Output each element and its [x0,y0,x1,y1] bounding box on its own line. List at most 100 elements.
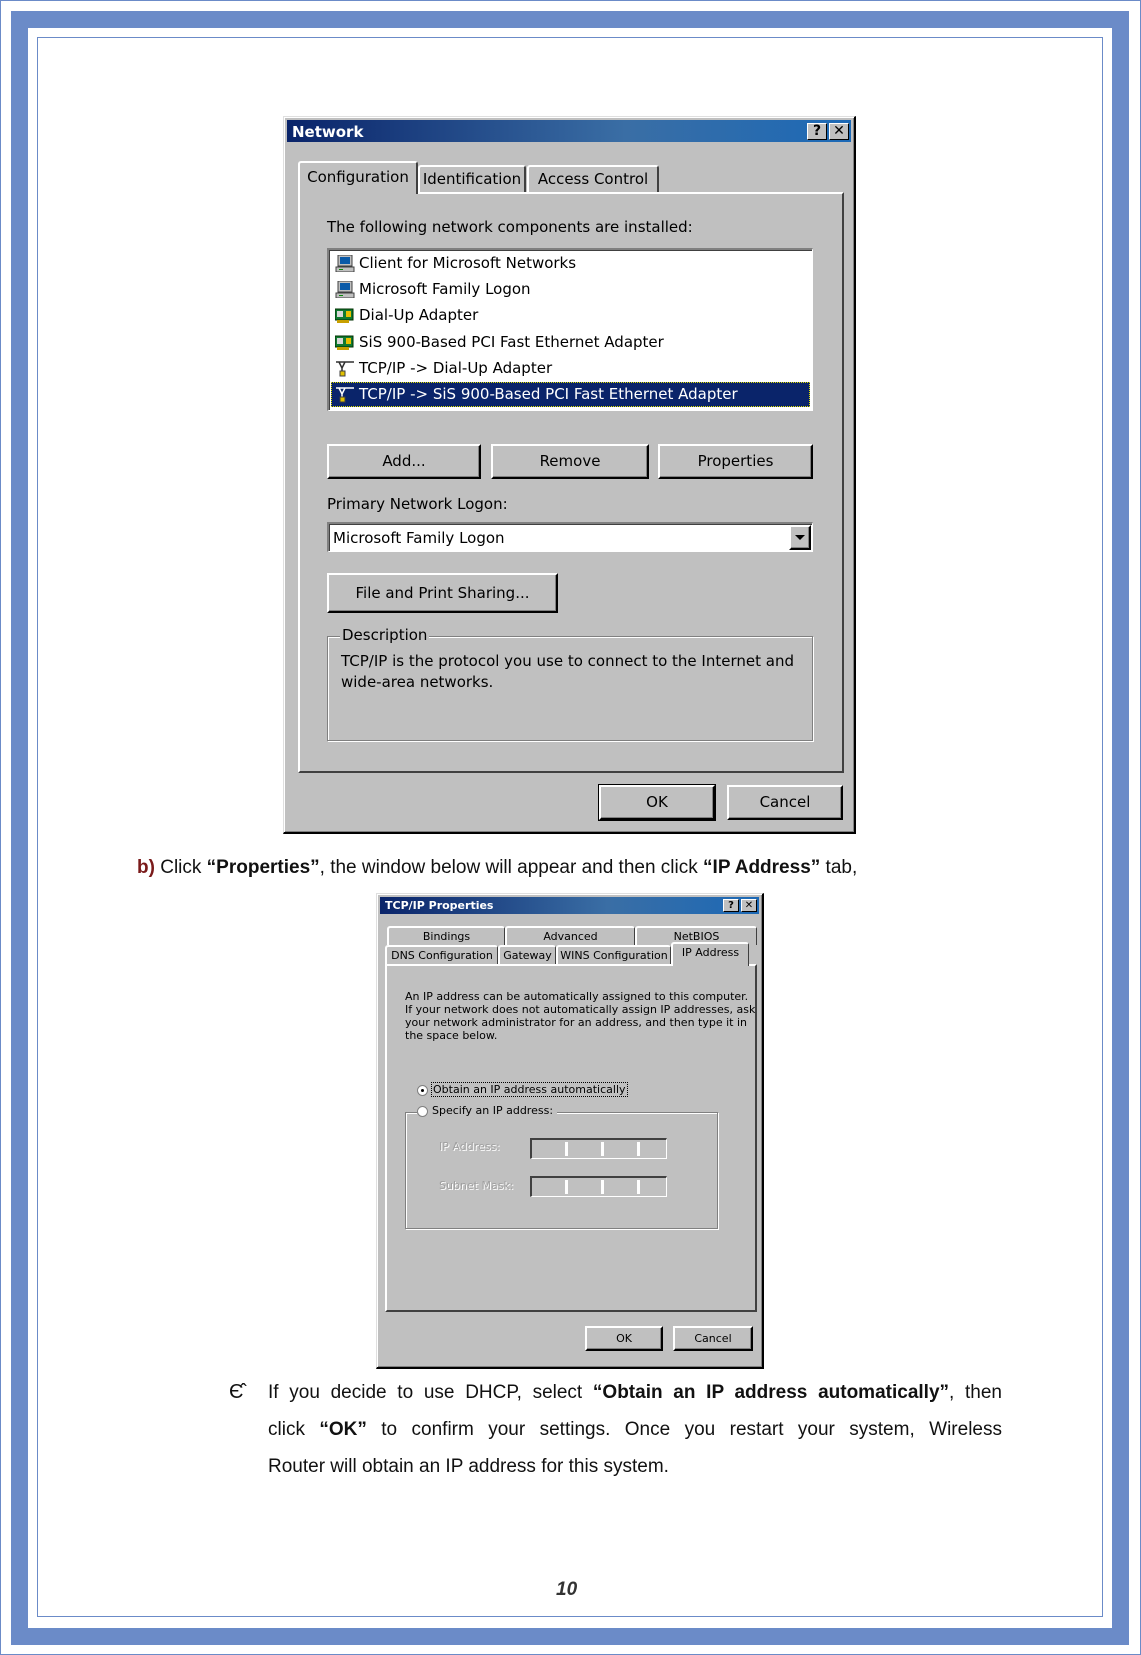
tab-gateway[interactable]: Gateway [498,945,556,964]
add-button-label: Add... [382,452,426,470]
properties-button-label: Properties [697,452,774,470]
bullet-line-1: If you decide to use DHCP, select “Obtai… [268,1382,1002,1404]
step-b-bold-ip-address: “IP Address” [703,857,821,878]
tab-dns-label: DNS Configuration [391,949,493,962]
list-item[interactable]: Microsoft Family Logon [331,277,810,302]
intro-line-1: An IP address can be automatically assig… [405,990,749,1003]
tab-configuration-label: Configuration [307,168,409,186]
bullet-symbol: Є̂ [229,1381,244,1403]
remove-button[interactable]: Remove [491,444,649,479]
step-b-text-2: , the window below will appear and then … [319,857,704,878]
bullet-line-2-text-c: to confirm your settings. Once you resta… [366,1419,1002,1440]
obtain-ip-radio[interactable] [417,1085,428,1096]
components-label: The following network components are ins… [327,218,693,236]
tab-wins-configuration[interactable]: WINS Configuration [556,945,671,964]
network-dialog-title: Network [292,123,364,141]
ok-button[interactable]: OK [585,1326,663,1351]
list-item-label: Dial-Up Adapter [359,306,479,324]
cancel-button[interactable]: Cancel [673,1326,753,1351]
protocol-icon [336,387,354,403]
subnet-mask-input[interactable] [530,1176,667,1197]
intro-line-3: your network administrator for an addres… [405,1016,748,1029]
tab-configuration[interactable]: Configuration [298,161,418,194]
specify-ip-group [405,1112,718,1229]
list-item-label: TCP/IP -> SiS 900-Based PCI Fast Etherne… [359,385,738,403]
network-adapter-icon [335,335,354,350]
specify-ip-radio[interactable] [417,1106,428,1117]
protocol-icon [336,361,354,377]
bullet-line-1-text-c: , then [949,1382,1002,1403]
tab-identification[interactable]: Identification [418,165,526,192]
ip-separator [637,1180,640,1194]
dropdown-button[interactable] [789,525,811,550]
specify-ip-label: Specify an IP address: [432,1104,554,1117]
specify-ip-option[interactable]: Specify an IP address: [417,1104,557,1120]
network-adapter-icon [335,308,354,323]
close-button[interactable]: ✕ [741,899,757,912]
subnet-mask-label: Subnet Mask: [439,1179,514,1192]
tab-access-control-label: Access Control [537,170,649,188]
ip-separator [601,1180,604,1194]
remove-button-label: Remove [539,452,601,470]
ok-button-label: OK [616,1332,632,1345]
list-item[interactable]: TCP/IP -> Dial-Up Adapter [331,356,810,381]
ip-separator [601,1142,604,1156]
ok-button[interactable]: OK [598,784,716,821]
tab-identification-label: Identification [422,170,522,188]
list-item-selected[interactable]: TCP/IP -> SiS 900-Based PCI Fast Etherne… [331,382,810,407]
tab-ip-address-label: IP Address [681,946,740,959]
tab-ip-address[interactable]: IP Address [671,942,749,966]
help-button[interactable]: ? [723,899,739,912]
client-computer-icon [335,255,355,272]
tab-gateway-label: Gateway [503,949,552,962]
obtain-ip-label: Obtain an IP address automatically [431,1082,628,1097]
obtain-ip-automatically-option[interactable]: Obtain an IP address automatically [417,1082,628,1099]
tcpip-properties-dialog: TCP/IP Properties ? ✕ Bindings Advanced … [376,893,764,1369]
ip-separator [637,1142,640,1156]
ip-separator [565,1180,568,1194]
primary-logon-label: Primary Network Logon: [327,495,508,513]
ip-address-input[interactable] [530,1138,667,1159]
file-print-sharing-button[interactable]: File and Print Sharing... [327,573,558,613]
description-legend: Description [340,626,430,644]
bullet-bold-ok: “OK” [319,1419,367,1440]
primary-logon-value: Microsoft Family Logon [333,529,505,547]
list-item-label: SiS 900-Based PCI Fast Ethernet Adapter [359,333,664,351]
tab-advanced-label: Advanced [543,930,598,943]
step-marker: b) [137,857,155,878]
properties-button[interactable]: Properties [658,444,813,479]
description-text-line-1: TCP/IP is the protocol you use to connec… [341,652,794,670]
list-item-label: Microsoft Family Logon [359,280,531,298]
file-print-sharing-label: File and Print Sharing... [355,584,530,602]
tcpip-title-bar[interactable]: TCP/IP Properties ? ✕ [380,897,759,914]
components-list[interactable]: Client for Microsoft Networks Microsoft … [327,248,813,411]
list-item[interactable]: SiS 900-Based PCI Fast Ethernet Adapter [331,330,810,355]
primary-logon-select[interactable]: Microsoft Family Logon [327,522,813,552]
intro-line-4: the space below. [405,1029,498,1042]
step-b-text-3: tab, [820,857,858,878]
help-button[interactable]: ? [807,123,827,140]
cancel-button[interactable]: Cancel [727,785,843,820]
tab-access-control[interactable]: Access Control [527,165,659,192]
tab-dns-configuration[interactable]: DNS Configuration [385,945,498,964]
list-item[interactable]: Dial-Up Adapter [331,303,810,328]
step-b-bold-properties: “Properties” [206,857,320,878]
tab-bindings[interactable]: Bindings [387,926,505,945]
step-b-text-1: Click [154,857,207,878]
intro-line-2: If your network does not automatically a… [405,1003,756,1016]
add-button[interactable]: Add... [327,444,481,479]
tab-advanced[interactable]: Advanced [505,926,635,945]
ok-button-label: OK [646,793,668,811]
network-title-bar[interactable]: Network ? ✕ [287,120,851,142]
tcpip-dialog-title: TCP/IP Properties [385,899,494,912]
cancel-button-label: Cancel [694,1332,732,1345]
bullet-line-2-text-a: click [268,1419,320,1440]
step-b-instruction: b) Click “Properties”, the window below … [137,857,857,879]
bullet-line-3: Router will obtain an IP address for thi… [268,1456,669,1477]
list-item[interactable]: Client for Microsoft Networks [331,251,810,276]
list-item-label: Client for Microsoft Networks [359,254,577,272]
close-button[interactable]: ✕ [829,123,849,140]
cancel-button-label: Cancel [759,793,811,811]
bullet-line-1-text-a: If you decide to use DHCP, select [268,1382,593,1403]
network-dialog: Network ? ✕ Configuration Identification… [283,116,856,834]
